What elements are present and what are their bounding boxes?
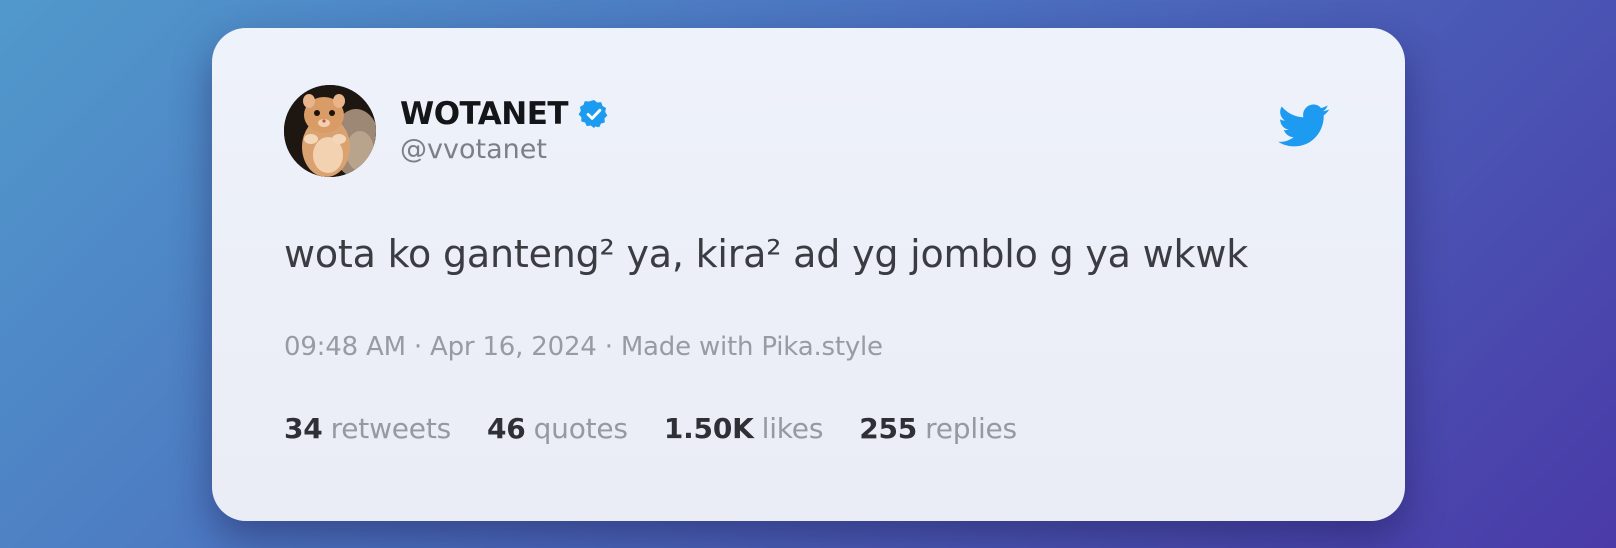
author-display-name[interactable]: WOTANET bbox=[400, 96, 569, 132]
tweet-meta: 09:48 AM · Apr 16, 2024 · Made with Pika… bbox=[284, 332, 883, 362]
tweet-stats: 34 retweets 46 quotes 1.50K likes 255 replie… bbox=[284, 412, 1017, 445]
stat-label: retweets bbox=[330, 412, 452, 445]
stat-retweets[interactable]: 34 retweets bbox=[284, 412, 451, 445]
hamster-avatar-icon bbox=[284, 85, 376, 177]
stat-label: replies bbox=[925, 412, 1017, 445]
avatar[interactable] bbox=[284, 85, 376, 177]
stat-value: 255 bbox=[859, 412, 918, 445]
stat-label: quotes bbox=[533, 412, 628, 445]
stat-value: 46 bbox=[487, 412, 526, 445]
stat-replies[interactable]: 255 replies bbox=[859, 412, 1017, 445]
tweet-text: wota ko ganteng² ya, kira² ad yg jomblo … bbox=[284, 232, 1249, 276]
verified-badge-icon bbox=[578, 98, 610, 130]
stat-value: 1.50K bbox=[663, 412, 754, 445]
stat-quotes[interactable]: 46 quotes bbox=[487, 412, 628, 445]
twitter-bird-icon[interactable] bbox=[1278, 103, 1330, 149]
author-handle[interactable]: @vvotanet bbox=[400, 134, 547, 165]
stat-value: 34 bbox=[284, 412, 323, 445]
tweet-card: WOTANET @vvotanet wota ko ganteng² ya, k… bbox=[212, 28, 1405, 521]
author-name-row: WOTANET bbox=[400, 94, 610, 134]
stat-label: likes bbox=[761, 412, 824, 445]
stat-likes[interactable]: 1.50K likes bbox=[663, 412, 824, 445]
